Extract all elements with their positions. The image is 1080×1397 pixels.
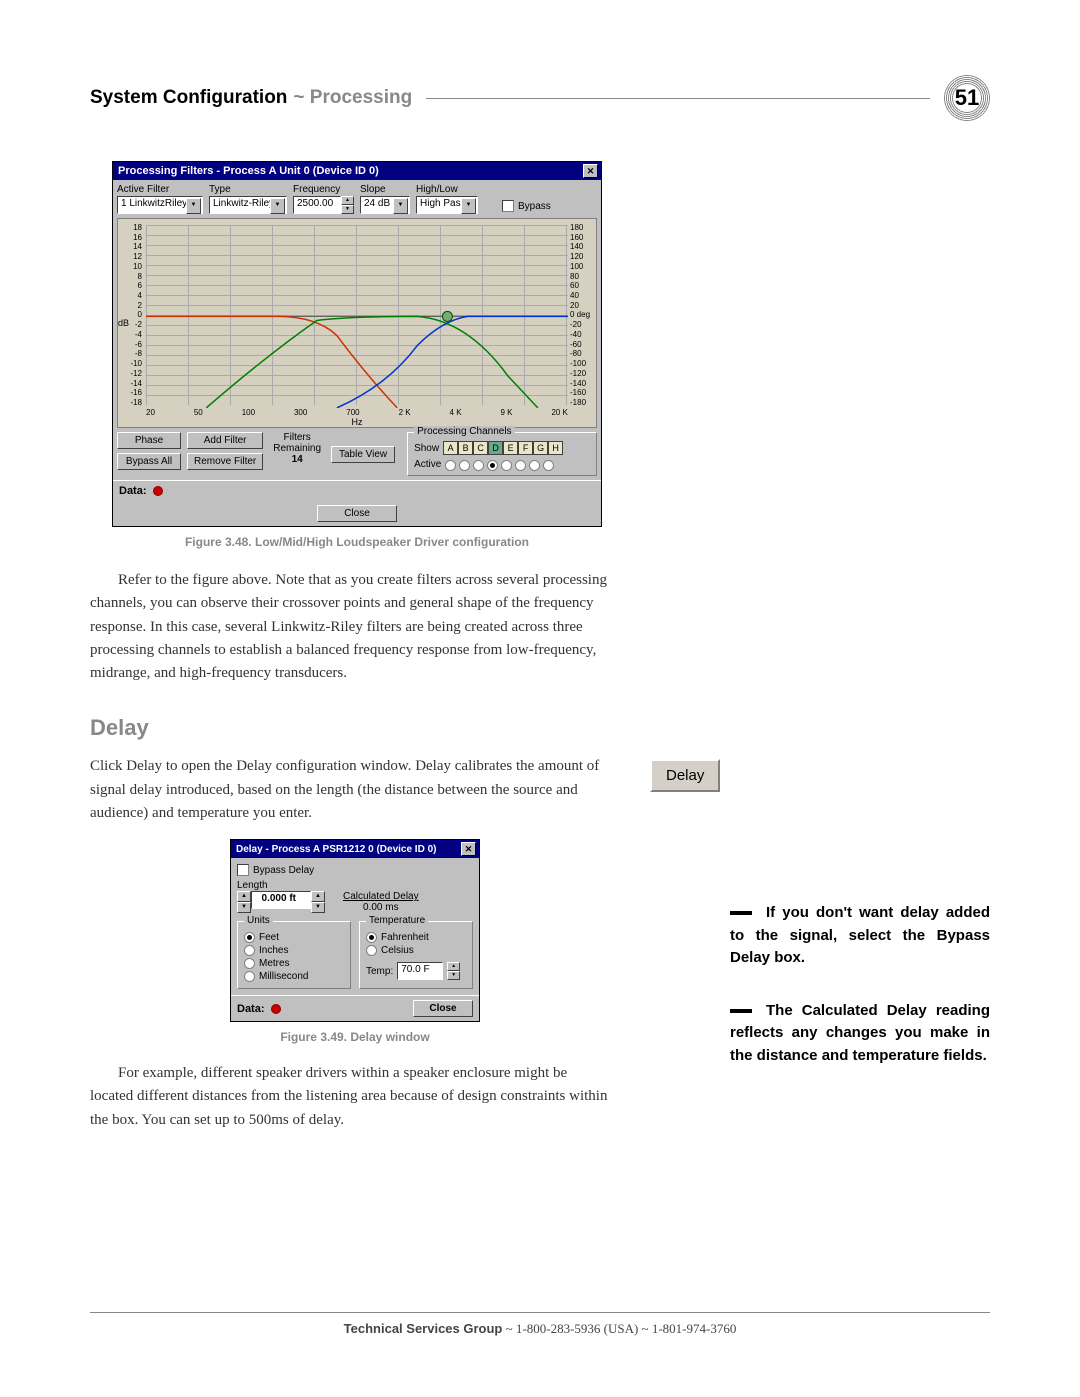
- side-note-1: If you don't want delay added to the sig…: [730, 902, 990, 970]
- side-note-2: The Calculated Delay reading reflects an…: [730, 1000, 990, 1068]
- window-titlebar[interactable]: Processing Filters - Process A Unit 0 (D…: [113, 162, 601, 180]
- note-dash-icon: [730, 1009, 752, 1013]
- active-filter-label: Active Filter: [117, 184, 203, 195]
- paragraph-3: For example, different speaker drivers w…: [90, 1062, 610, 1132]
- show-label: Show: [414, 443, 439, 454]
- delay-data-row: Data: Close: [231, 995, 479, 1021]
- length-stepper-right[interactable]: ▲▼: [311, 891, 325, 913]
- add-filter-button[interactable]: Add Filter: [187, 432, 263, 449]
- temp-c-radio[interactable]: Celsius: [366, 945, 466, 956]
- data-indicator-icon: [271, 1004, 281, 1014]
- filters-remaining-value: 14: [273, 454, 321, 465]
- remove-filter-button[interactable]: Remove Filter: [187, 453, 263, 470]
- header-rule: [426, 98, 930, 99]
- figure-349-caption: Figure 3.49. Delay window: [230, 1030, 480, 1044]
- delay-button[interactable]: Delay: [650, 759, 720, 792]
- note-dash-icon: [730, 911, 752, 915]
- length-label: Length: [237, 880, 325, 891]
- header-title: System Configuration: [90, 87, 287, 109]
- delay-window-title: Delay - Process A PSR1212 0 (Device ID 0…: [236, 844, 436, 855]
- units-inches-radio[interactable]: Inches: [244, 945, 344, 956]
- temp-spinner[interactable]: ▲▼: [447, 962, 460, 980]
- calculated-delay-label: Calculated Delay: [343, 891, 419, 902]
- slope-dropdown[interactable]: 24 dB: [360, 196, 410, 214]
- delay-window-titlebar[interactable]: Delay - Process A PSR1212 0 (Device ID 0…: [231, 840, 479, 858]
- units-ms-radio[interactable]: Millisecond: [244, 971, 344, 982]
- temp-field-label: Temp:: [366, 966, 393, 977]
- delay-heading: Delay: [90, 715, 990, 741]
- chart-yaxis-left: 181614121086420-2-4-6-8-10-12-14-16-18: [120, 223, 142, 407]
- delay-window: Delay - Process A PSR1212 0 (Device ID 0…: [230, 839, 480, 1022]
- slope-label: Slope: [360, 184, 410, 195]
- highlow-label: High/Low: [416, 184, 478, 195]
- filter-chart[interactable]: dB 181614121086420-2-4-6-8-10-12-14-16-1…: [117, 218, 597, 428]
- paragraph-2: Click Delay to open the Delay configurat…: [90, 755, 610, 825]
- frequency-spinner[interactable]: ▲▼: [341, 196, 354, 214]
- bypass-delay-checkbox[interactable]: Bypass Delay: [237, 864, 473, 876]
- units-feet-radio[interactable]: Feet: [244, 932, 344, 943]
- close-icon[interactable]: ✕: [461, 842, 476, 856]
- length-input[interactable]: 0.000 ft: [251, 891, 311, 909]
- length-stepper-left[interactable]: ▲▼: [237, 891, 251, 913]
- data-indicator-icon: [153, 486, 163, 496]
- temp-input[interactable]: 70.0 F: [397, 962, 443, 980]
- data-status-row: Data:: [113, 480, 601, 501]
- type-label: Type: [209, 184, 287, 195]
- delay-close-button[interactable]: Close: [413, 1000, 473, 1017]
- units-metres-radio[interactable]: Metres: [244, 958, 344, 969]
- channel-active-radios[interactable]: [445, 460, 554, 471]
- temp-f-radio[interactable]: Fahrenheit: [366, 932, 466, 943]
- type-dropdown[interactable]: Linkwitz-Riley: [209, 196, 287, 214]
- figure-348-caption: Figure 3.48. Low/Mid/High Loudspeaker Dr…: [112, 535, 602, 549]
- calculated-delay-value: 0.00 ms: [343, 902, 419, 913]
- page-number-badge: 51: [944, 75, 990, 121]
- chart-xaxis: 20501003007002 K4 K9 K20 K: [146, 408, 568, 417]
- channel-letters[interactable]: ABCDEFGH: [443, 441, 563, 455]
- chart-yaxis-right: 180160140120100806040200 deg-20-40-60-80…: [570, 223, 594, 407]
- units-label: Units: [244, 915, 273, 926]
- close-icon[interactable]: ✕: [583, 164, 598, 178]
- processing-filters-window: Processing Filters - Process A Unit 0 (D…: [112, 161, 602, 527]
- processing-channels-label: Processing Channels: [414, 426, 515, 437]
- frequency-label: Frequency: [293, 184, 354, 195]
- active-filter-dropdown[interactable]: 1 LinkwitzRiley: [117, 196, 203, 214]
- chart-curves: [146, 225, 568, 408]
- bypass-all-button[interactable]: Bypass All: [117, 453, 181, 470]
- highlow-dropdown[interactable]: High Pass: [416, 196, 478, 214]
- page-footer: Technical Services Group ~ 1-800-283-593…: [90, 1312, 990, 1337]
- filters-remaining-label: Filters Remaining: [273, 432, 321, 454]
- chart-xlabel: Hz: [352, 417, 363, 427]
- paragraph-1: Refer to the figure above. Note that as …: [90, 569, 650, 685]
- active-label: Active: [414, 459, 441, 470]
- phase-button[interactable]: Phase: [117, 432, 181, 449]
- frequency-input[interactable]: 2500.00: [293, 196, 341, 214]
- close-button[interactable]: Close: [317, 505, 397, 522]
- table-view-button[interactable]: Table View: [331, 446, 395, 463]
- window-title: Processing Filters - Process A Unit 0 (D…: [118, 165, 379, 177]
- header-subtitle: ~ Processing: [293, 87, 412, 109]
- bypass-checkbox[interactable]: Bypass: [502, 200, 551, 212]
- temperature-label: Temperature: [366, 915, 428, 926]
- page-header: System Configuration ~ Processing 51: [90, 75, 990, 121]
